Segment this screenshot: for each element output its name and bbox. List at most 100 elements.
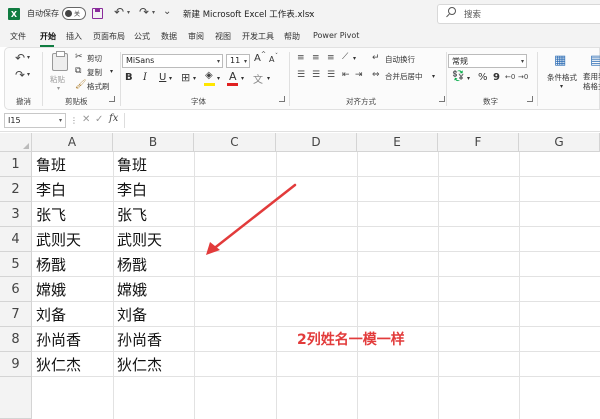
tab-developer[interactable]: 开发工具 — [242, 31, 274, 42]
row-header-10[interactable] — [0, 377, 32, 419]
borders-icon[interactable]: ⊞ — [181, 71, 190, 84]
column-header-e[interactable]: E — [357, 133, 438, 152]
align-right-icon[interactable]: ☰ — [327, 70, 335, 80]
row-header-1[interactable]: 1 — [0, 152, 32, 177]
paste-icon[interactable] — [52, 51, 68, 71]
cell-a1[interactable]: 鲁班 — [33, 152, 66, 177]
cell-b4[interactable]: 武则天 — [114, 227, 162, 252]
formula-input[interactable] — [124, 113, 600, 128]
font-launcher-icon[interactable] — [279, 96, 285, 102]
cancel-icon[interactable]: ✕ — [82, 114, 90, 125]
cell-b1[interactable]: 鲁班 — [114, 152, 147, 177]
align-middle-icon[interactable]: ≡ — [312, 53, 320, 63]
row-header-6[interactable]: 6 — [0, 277, 32, 302]
enter-icon[interactable]: ✓ — [95, 114, 103, 125]
row-header-8[interactable]: 8 — [0, 327, 32, 352]
merge-dropdown-icon[interactable]: ▾ — [432, 73, 435, 80]
tab-formulas[interactable]: 公式 — [134, 31, 150, 42]
percent-button[interactable]: % — [478, 72, 488, 83]
ribbon-redo-dropdown-icon[interactable]: ▾ — [27, 71, 30, 78]
column-header-f[interactable]: F — [438, 133, 519, 152]
cell-b8[interactable]: 孙尚香 — [114, 327, 162, 352]
grow-font-button[interactable]: A — [254, 53, 261, 64]
align-center-icon[interactable]: ☰ — [312, 70, 320, 80]
row-header-3[interactable]: 3 — [0, 202, 32, 227]
align-top-icon[interactable]: ≡ — [297, 53, 305, 63]
row-header-7[interactable]: 7 — [0, 302, 32, 327]
font-size-select[interactable]: 11 ▾ — [226, 54, 250, 68]
conditional-format-dropdown-icon[interactable]: ▾ — [560, 83, 563, 90]
tab-power-pivot[interactable]: Power Pivot — [313, 31, 359, 40]
tab-insert[interactable]: 插入 — [66, 31, 82, 42]
column-header-c[interactable]: C — [194, 133, 276, 152]
column-header-g[interactable]: G — [519, 133, 600, 152]
bold-button[interactable]: B — [125, 72, 133, 83]
phonetic-icon[interactable]: 文 — [253, 71, 263, 86]
cell-a6[interactable]: 嫦娥 — [33, 277, 66, 302]
redo-dropdown-icon[interactable]: ▾ — [152, 9, 155, 16]
redo-icon[interactable]: ↷ — [139, 5, 149, 19]
underline-button[interactable]: U — [159, 72, 166, 83]
decrease-indent-icon[interactable]: ⇤ — [342, 70, 350, 80]
cell-a8[interactable]: 孙尚香 — [33, 327, 81, 352]
accounting-dropdown-icon[interactable]: ▾ — [467, 75, 470, 82]
paste-button[interactable]: 粘贴 — [50, 74, 65, 85]
insert-function-button[interactable]: fx — [109, 113, 118, 124]
paste-dropdown-icon[interactable]: ▾ — [57, 85, 60, 92]
align-bottom-icon[interactable]: ≡ — [327, 53, 335, 63]
orientation-dropdown-icon[interactable]: ▾ — [353, 55, 356, 62]
alignment-launcher-icon[interactable] — [439, 96, 445, 102]
cell-a9[interactable]: 狄仁杰 — [33, 352, 81, 377]
title-chevron-down-icon[interactable]: ⌄ — [307, 8, 313, 16]
conditional-format-button[interactable]: 条件格式 — [547, 72, 577, 83]
column-header-d[interactable]: D — [276, 133, 357, 152]
copy-dropdown-icon[interactable]: ▾ — [110, 68, 113, 75]
comma-style-button[interactable]: 9 — [493, 72, 500, 83]
font-name-select[interactable]: MiSans ▾ — [122, 54, 223, 68]
accounting-icon[interactable]: 💱 — [452, 71, 464, 82]
select-all-button[interactable] — [0, 133, 32, 152]
ribbon-redo-icon[interactable]: ↷ — [15, 68, 25, 82]
column-header-a[interactable]: A — [32, 133, 113, 152]
borders-dropdown-icon[interactable]: ▾ — [193, 75, 196, 82]
number-launcher-icon[interactable] — [527, 96, 533, 102]
cell-b9[interactable]: 狄仁杰 — [114, 352, 162, 377]
cut-button[interactable]: 剪切 — [87, 53, 102, 64]
cell-a4[interactable]: 武则天 — [33, 227, 81, 252]
decrease-decimal-icon[interactable]: →0 — [518, 73, 528, 81]
search-box[interactable] — [437, 4, 600, 24]
tab-data[interactable]: 数据 — [161, 31, 177, 42]
tab-file[interactable]: 文件 — [10, 31, 26, 42]
cell-a7[interactable]: 刘备 — [33, 302, 66, 327]
row-header-5[interactable]: 5 — [0, 252, 32, 277]
ribbon-undo-dropdown-icon[interactable]: ▾ — [27, 54, 30, 61]
undo-dropdown-icon[interactable]: ▾ — [127, 9, 130, 16]
increase-indent-icon[interactable]: ⇥ — [355, 70, 363, 80]
shrink-font-button[interactable]: A — [269, 55, 274, 64]
phonetic-dropdown-icon[interactable]: ▾ — [267, 75, 270, 82]
cell-a5[interactable]: 杨戬 — [33, 252, 66, 277]
copy-button[interactable]: 复制 — [87, 67, 102, 78]
tab-page-layout[interactable]: 页面布局 — [93, 31, 125, 42]
italic-button[interactable]: I — [143, 72, 147, 83]
tab-review[interactable]: 审阅 — [188, 31, 204, 42]
customize-toolbar-icon[interactable]: ⌄ — [163, 6, 171, 17]
cell-b5[interactable]: 杨戬 — [114, 252, 147, 277]
cell-a3[interactable]: 张飞 — [33, 202, 66, 227]
name-box[interactable]: I15 ▾ — [4, 113, 66, 128]
row-header-2[interactable]: 2 — [0, 177, 32, 202]
fill-color-dropdown-icon[interactable]: ▾ — [217, 75, 220, 82]
cell-a2[interactable]: 李白 — [33, 177, 66, 202]
save-icon[interactable] — [92, 8, 103, 19]
wrap-text-button[interactable]: 自动换行 — [385, 54, 415, 65]
merge-center-button[interactable]: 合并后居中 — [385, 71, 423, 82]
align-left-icon[interactable]: ☰ — [297, 70, 305, 80]
undo-icon[interactable]: ↶ — [114, 5, 124, 19]
font-color-dropdown-icon[interactable]: ▾ — [241, 75, 244, 82]
cell-b7[interactable]: 刘备 — [114, 302, 147, 327]
tab-help[interactable]: 帮助 — [284, 31, 300, 42]
column-header-b[interactable]: B — [113, 133, 194, 152]
tab-home[interactable]: 开始 — [40, 31, 56, 42]
format-painter-button[interactable]: 格式刷 — [87, 81, 110, 92]
fill-color-icon[interactable]: ◈ — [205, 70, 213, 81]
